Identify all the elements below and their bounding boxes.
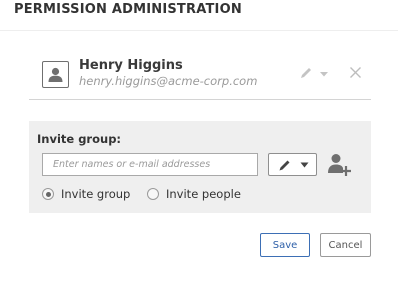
invite-title: Invite group: (37, 132, 122, 146)
user-name: Henry Higgins (79, 58, 183, 73)
close-icon[interactable] (349, 66, 362, 79)
invite-panel: Invite group: Invite group Invite people (29, 121, 371, 213)
radio-button[interactable] (42, 188, 54, 200)
permission-dropdown[interactable] (268, 153, 317, 176)
person-icon (48, 67, 63, 82)
radio-label: Invite people (166, 187, 241, 201)
invite-input[interactable] (42, 153, 258, 176)
pencil-icon[interactable] (299, 66, 313, 80)
add-person-icon[interactable] (326, 151, 352, 177)
cancel-button[interactable]: Cancel (320, 233, 371, 257)
page-title: PERMISSION ADMINISTRATION (14, 2, 242, 17)
chevron-down-icon[interactable] (319, 70, 329, 78)
user-email: henry.higgins@acme-corp.com (79, 74, 258, 88)
avatar (42, 61, 69, 88)
caret-down-icon (300, 162, 309, 168)
radio-label: Invite group (61, 187, 131, 201)
header-divider (0, 30, 398, 31)
user-permission-row: Henry Higgins henry.higgins@acme-corp.co… (29, 52, 371, 100)
pencil-icon (279, 160, 290, 171)
save-button[interactable]: Save (260, 233, 310, 257)
radio-button[interactable] (147, 188, 159, 200)
